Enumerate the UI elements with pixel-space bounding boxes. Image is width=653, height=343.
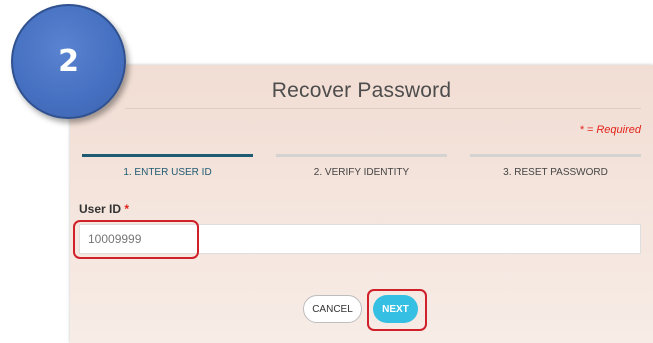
step-number-badge: 2 [11, 4, 126, 119]
step-1-label: 1. ENTER USER ID [123, 167, 212, 178]
step-2-label: 2. VERIFY IDENTITY [313, 167, 410, 178]
next-highlight-annotation [367, 289, 427, 331]
recover-password-panel: Recover Password * = Required 1. ENTER U… [70, 65, 653, 343]
user-id-label-text: User ID [79, 202, 122, 216]
step-1-progress-bar [82, 154, 253, 157]
required-star: * [124, 202, 130, 216]
cancel-button[interactable]: CANCEL [303, 295, 362, 323]
input-highlight-annotation [73, 220, 199, 259]
step-3-label: 3. RESET PASSWORD [503, 167, 608, 178]
step-3-progress-bar [470, 154, 641, 157]
page-title: Recover Password [271, 79, 452, 102]
user-id-label: User ID * [79, 202, 129, 216]
step-number: 2 [58, 44, 79, 79]
required-note: * = Required [579, 124, 641, 136]
step-2-progress-bar [276, 154, 447, 157]
title-divider [125, 108, 641, 109]
